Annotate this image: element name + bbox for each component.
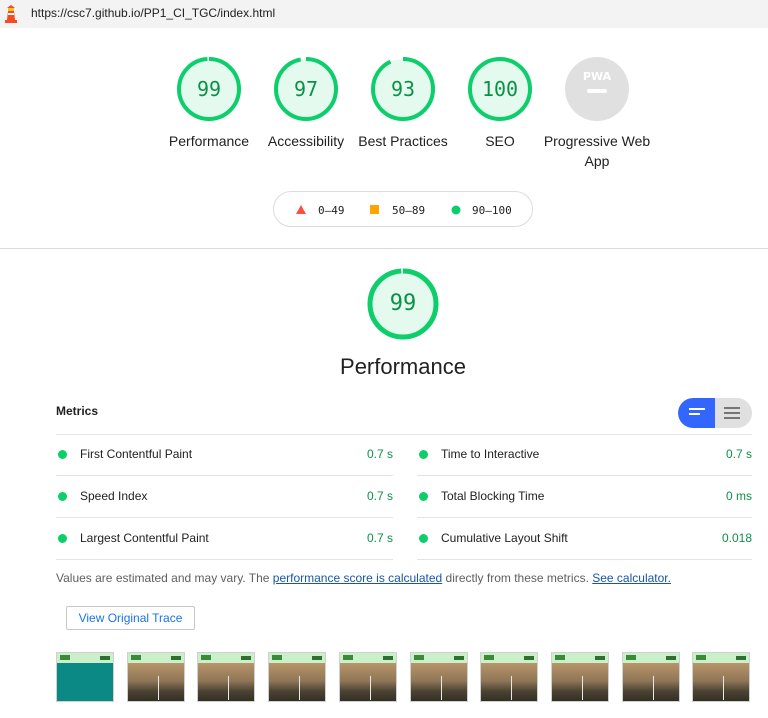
pass-circle-icon — [419, 534, 428, 543]
metrics-divider — [417, 559, 752, 560]
filmstrip-frame — [338, 652, 397, 702]
metrics-view-toggle[interactable] — [678, 398, 752, 428]
pwa-badge-text: PWA — [583, 70, 612, 83]
gauge-label-pwa[interactable]: Progressive Web App — [542, 131, 652, 171]
legend-average: 50–89 — [392, 204, 426, 217]
pwa-badge[interactable]: PWA — [564, 56, 630, 122]
metric-time-to-interactive: Time to Interactive 0.7 s — [417, 434, 752, 475]
gauge-score: 93 — [390, 77, 416, 101]
see-calculator-link[interactable]: See calculator. — [592, 571, 671, 585]
gauge-label-best-practices[interactable]: Best Practices — [356, 131, 450, 151]
filmstrip-frame — [550, 652, 609, 702]
browser-bar: https://csc7.github.io/PP1_CI_TGC/index.… — [0, 0, 768, 28]
gauge-score: 100 — [481, 77, 519, 101]
metrics-divider — [56, 559, 393, 560]
gauge-score: 97 — [293, 77, 319, 101]
category-title: Performance — [340, 354, 466, 379]
metric-largest-contentful-paint: Largest Contentful Paint 0.7 s — [56, 518, 393, 559]
lighthouse-icon — [5, 5, 17, 23]
pass-circle-icon — [419, 492, 428, 501]
metrics-heading: Metrics — [56, 404, 99, 418]
legend-fail: 0–49 — [318, 204, 345, 217]
filmstrip-frame — [56, 652, 114, 702]
accessibility-gauge[interactable]: 97 — [273, 56, 339, 122]
performance-category-gauge: 99 — [366, 267, 440, 341]
pass-circle-icon — [58, 534, 67, 543]
score-legend: 0–49 50–89 90–100 — [273, 191, 533, 227]
gauge-label-accessibility[interactable]: Accessibility — [251, 131, 361, 151]
section-divider — [0, 248, 768, 249]
gauge-label-seo[interactable]: SEO — [445, 131, 555, 151]
pass-circle-icon — [451, 205, 461, 215]
gauge-label-performance[interactable]: Performance — [154, 131, 264, 151]
fail-triangle-icon — [296, 205, 306, 214]
filmstrip-frame — [268, 652, 327, 702]
pass-circle-icon — [58, 450, 67, 459]
average-square-icon — [370, 205, 379, 214]
filmstrip-frame — [621, 652, 680, 702]
filmstrip-frame — [197, 652, 256, 702]
filmstrip-frame — [480, 652, 539, 702]
gauge-score: 99 — [196, 77, 222, 101]
metric-first-contentful-paint: First Contentful Paint 0.7 s — [56, 434, 393, 475]
score-calculated-link[interactable]: performance score is calculated — [273, 571, 442, 585]
pwa-icon: PWA — [565, 57, 629, 121]
compact-view-icon[interactable] — [678, 398, 715, 428]
metric-speed-index: Speed Index 0.7 s — [56, 476, 393, 517]
filmstrip-frame — [692, 652, 751, 702]
metrics-note: Values are estimated and may vary. The p… — [56, 571, 671, 585]
pass-circle-icon — [58, 492, 67, 501]
filmstrip-frame — [126, 652, 185, 702]
url-text[interactable]: https://csc7.github.io/PP1_CI_TGC/index.… — [31, 6, 275, 20]
view-original-trace-button[interactable]: View Original Trace — [66, 606, 195, 630]
category-score: 99 — [389, 291, 417, 316]
filmstrip-frame — [409, 652, 468, 702]
pass-circle-icon — [419, 450, 428, 459]
metric-cumulative-layout-shift: Cumulative Layout Shift 0.018 — [417, 518, 752, 559]
performance-gauge[interactable]: 99 — [176, 56, 242, 122]
metric-total-blocking-time: Total Blocking Time 0 ms — [417, 476, 752, 517]
legend-pass: 90–100 — [472, 204, 512, 217]
best-practices-gauge[interactable]: 93 — [370, 56, 436, 122]
seo-gauge[interactable]: 100 — [467, 56, 533, 122]
